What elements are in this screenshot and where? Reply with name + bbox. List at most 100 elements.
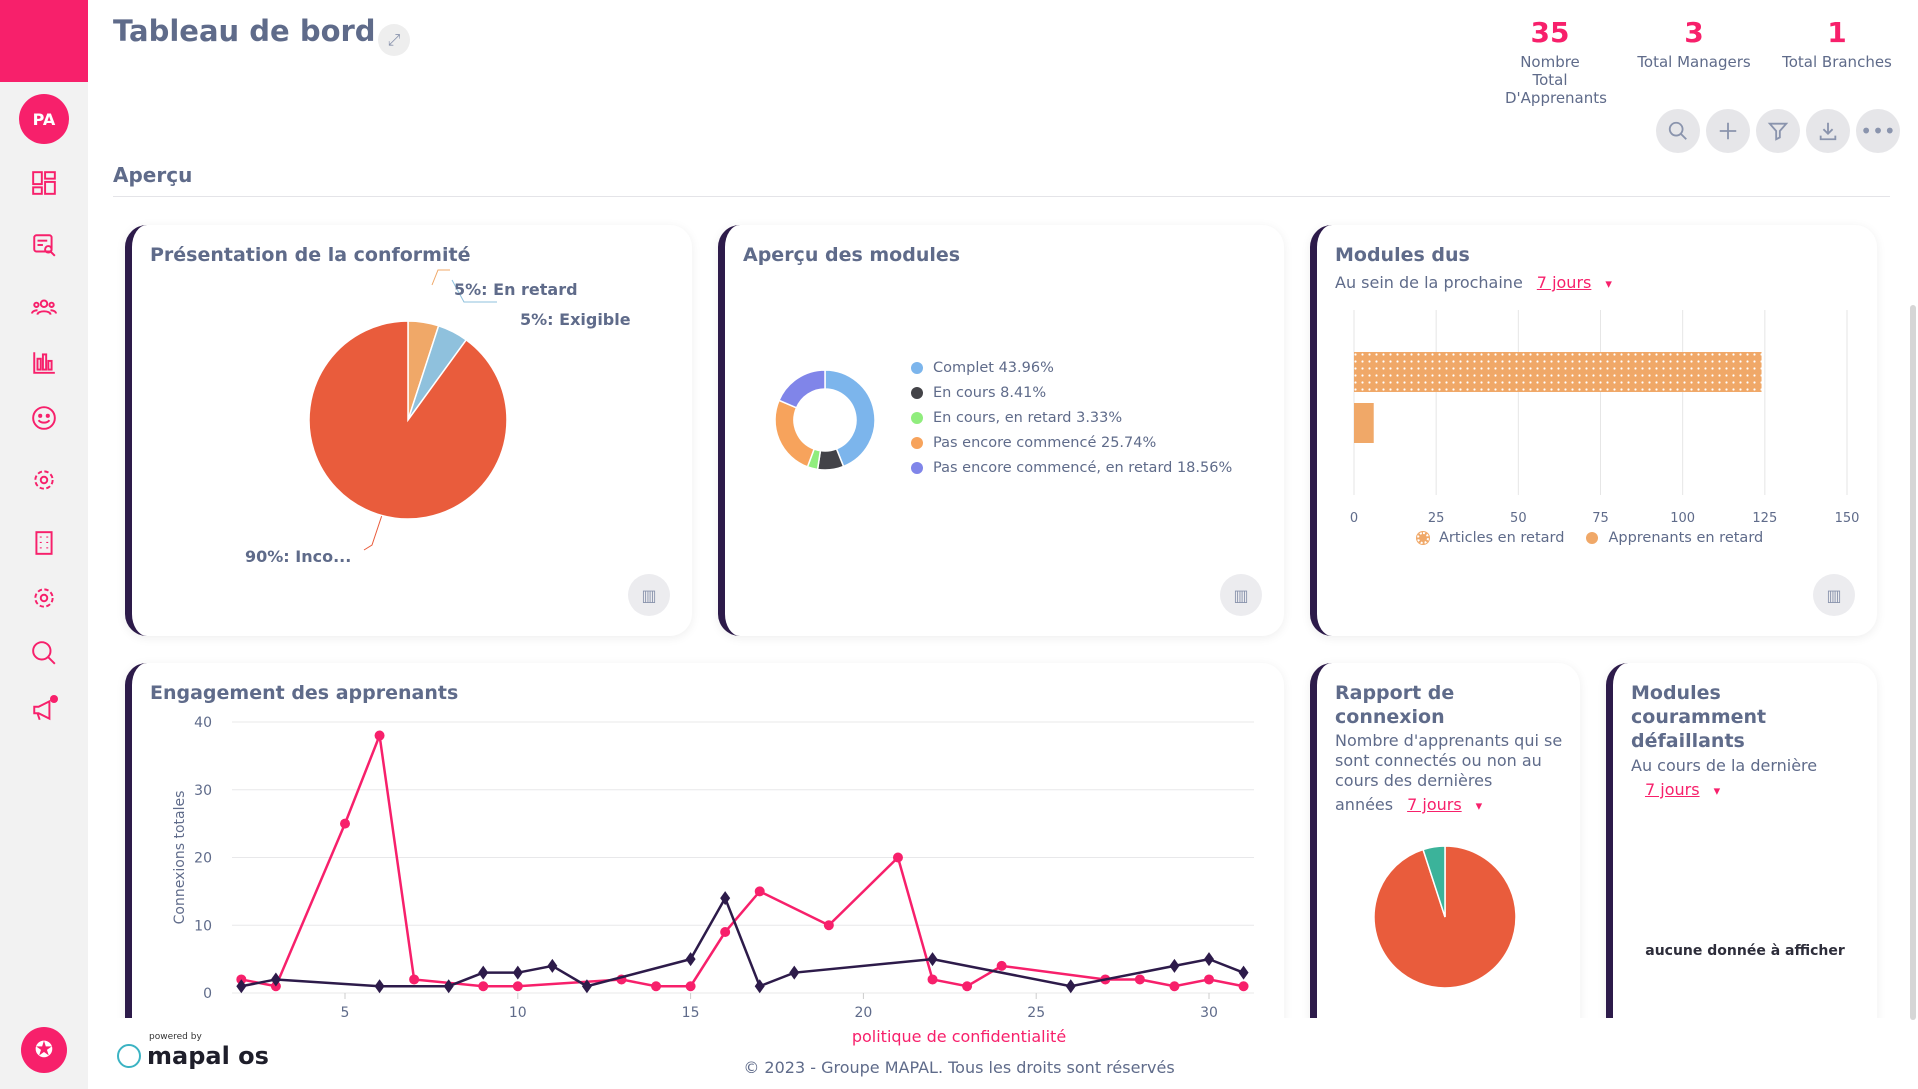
reports-search-icon[interactable] (29, 230, 59, 260)
modules-due-card: Modules dus Au sein de la prochaine 7 jou… (1310, 225, 1877, 636)
stat-total-managers: 3 Total Managers (1629, 16, 1759, 71)
legend-label: Pas encore commencé 25.74% (933, 434, 1157, 451)
legend-label: Articles en retard (1439, 529, 1565, 546)
chart-type-button[interactable]: ▥ (1220, 574, 1262, 616)
x-tick-label: 150 (1835, 511, 1860, 526)
legend-item[interactable]: Pas encore commencé 25.74% (911, 430, 1232, 455)
data-point (478, 965, 489, 980)
stat-value: 1 (1827, 16, 1847, 49)
scrollbar[interactable] (1910, 305, 1916, 1020)
x-tick-label: 100 (1670, 511, 1695, 526)
expand-icon[interactable]: ⤢ (378, 24, 410, 56)
stat-total-branches: 1 Total Branches (1772, 16, 1902, 71)
bar-chart-icon: ▥ (1233, 585, 1249, 605)
due-legend: Articles en retard Apprenants en retard (1416, 525, 1763, 550)
notification-dot (50, 695, 58, 703)
series-line (241, 730, 1244, 988)
data-point (1169, 981, 1180, 992)
slice-label: 5%: Exigible (520, 310, 631, 329)
chart-type-button[interactable]: ▥ (628, 574, 670, 616)
y-axis-label: Connexions totales (172, 791, 188, 925)
avatar[interactable]: PA (19, 94, 69, 144)
slice-label: 5%: En retard (454, 280, 578, 299)
compliance-pie-chart: 5%: En retard 5%: Exigible 90%: Inco... (245, 225, 631, 636)
legend-label: En cours 8.41% (933, 384, 1047, 401)
building-icon[interactable] (29, 528, 59, 558)
data-point (374, 979, 385, 994)
stat-value: 35 (1530, 16, 1570, 49)
stat-value: 3 (1684, 16, 1704, 49)
sidebar: PA ✪ (0, 0, 88, 1089)
analytics-icon[interactable] (29, 347, 59, 377)
compliance-card: Présentation de la conformité 5%: En ret… (125, 225, 692, 636)
legend-item[interactable]: Articles en retard (1416, 525, 1565, 550)
data-point (720, 927, 731, 938)
x-tick-label: 0 (1350, 511, 1358, 526)
data-point (1238, 981, 1249, 992)
filter-button[interactable] (1756, 109, 1800, 153)
data-point (1169, 958, 1180, 973)
legend-item[interactable]: Pas encore commencé, en retard 18.56% (911, 455, 1232, 480)
pie-slice (778, 369, 826, 409)
data-point (547, 958, 558, 973)
megaphone-icon[interactable] (29, 695, 59, 725)
legend-label: En cours, en retard 3.33% (933, 409, 1123, 426)
x-tick-label: 75 (1592, 511, 1609, 526)
data-point (1204, 952, 1214, 967)
smiley-icon[interactable] (29, 403, 59, 433)
copyright: © 2023 - Groupe MAPAL. Tous les droits s… (743, 1058, 1175, 1077)
data-point (789, 965, 800, 980)
stat-label: Total Managers (1637, 53, 1751, 71)
data-point (754, 886, 765, 897)
chevron-down-icon[interactable]: ▾ (1714, 784, 1721, 799)
more-button[interactable]: ••• (1856, 109, 1900, 153)
settings-icon[interactable] (29, 465, 59, 495)
dashboard-icon[interactable] (29, 168, 59, 198)
data-point (374, 730, 385, 741)
data-point (651, 981, 662, 992)
data-point (962, 981, 973, 992)
data-point (927, 974, 938, 985)
filter-icon (1767, 122, 1789, 141)
search-icon[interactable] (29, 638, 59, 668)
users-icon[interactable] (29, 292, 59, 322)
pie-slice (774, 399, 816, 468)
subtitle-text: Au cours de la dernière (1631, 756, 1818, 775)
legend-item[interactable]: Apprenants en retard (1586, 525, 1763, 550)
data-point (996, 960, 1007, 971)
y-tick-label: 20 (194, 851, 212, 867)
legend-item[interactable]: Complet 43.96% (911, 355, 1232, 380)
x-tick-label: 25 (1428, 511, 1445, 526)
search-button[interactable] (1656, 109, 1700, 153)
legend-item[interactable]: En cours, en retard 3.33% (911, 405, 1232, 430)
modules-overview-card: Aperçu des modules Complet 43.96% En cou… (718, 225, 1284, 636)
download-button[interactable] (1806, 109, 1850, 153)
data-point (1238, 965, 1249, 980)
period-dropdown[interactable]: 7 jours (1645, 780, 1700, 799)
stat-label: Nombre Total D'Apprenants (1505, 53, 1607, 107)
data-point (685, 981, 696, 992)
data-point (1065, 979, 1076, 994)
slice-label: 90%: Inco... (245, 547, 351, 566)
y-tick-label: 40 (194, 715, 212, 731)
y-tick-label: 10 (194, 918, 212, 934)
x-tick-label: 50 (1510, 511, 1527, 526)
modules-legend: Complet 43.96% En cours 8.41% En cours, … (911, 355, 1232, 480)
data-point (512, 965, 523, 980)
failing-subtitle: Au cours de la dernière 7 jours ▾ (1631, 756, 1817, 802)
brand-logo-area[interactable] (0, 0, 88, 82)
section-title: Aperçu (113, 163, 193, 187)
gear-icon[interactable] (29, 583, 59, 613)
data-point (478, 981, 489, 992)
download-icon (1819, 122, 1837, 141)
data-point (823, 920, 834, 931)
data-point (512, 981, 523, 992)
privacy-link[interactable]: politique de confidentialité (0, 1027, 1918, 1046)
privacy-link-text[interactable]: politique de confidentialité (852, 1027, 1066, 1046)
data-point (340, 818, 350, 829)
add-button[interactable] (1706, 109, 1750, 153)
bar-articles-en-retard (1354, 352, 1762, 392)
chart-type-button[interactable]: ▥ (1813, 574, 1855, 616)
legend-item[interactable]: En cours 8.41% (911, 380, 1232, 405)
search-icon (1668, 121, 1687, 140)
